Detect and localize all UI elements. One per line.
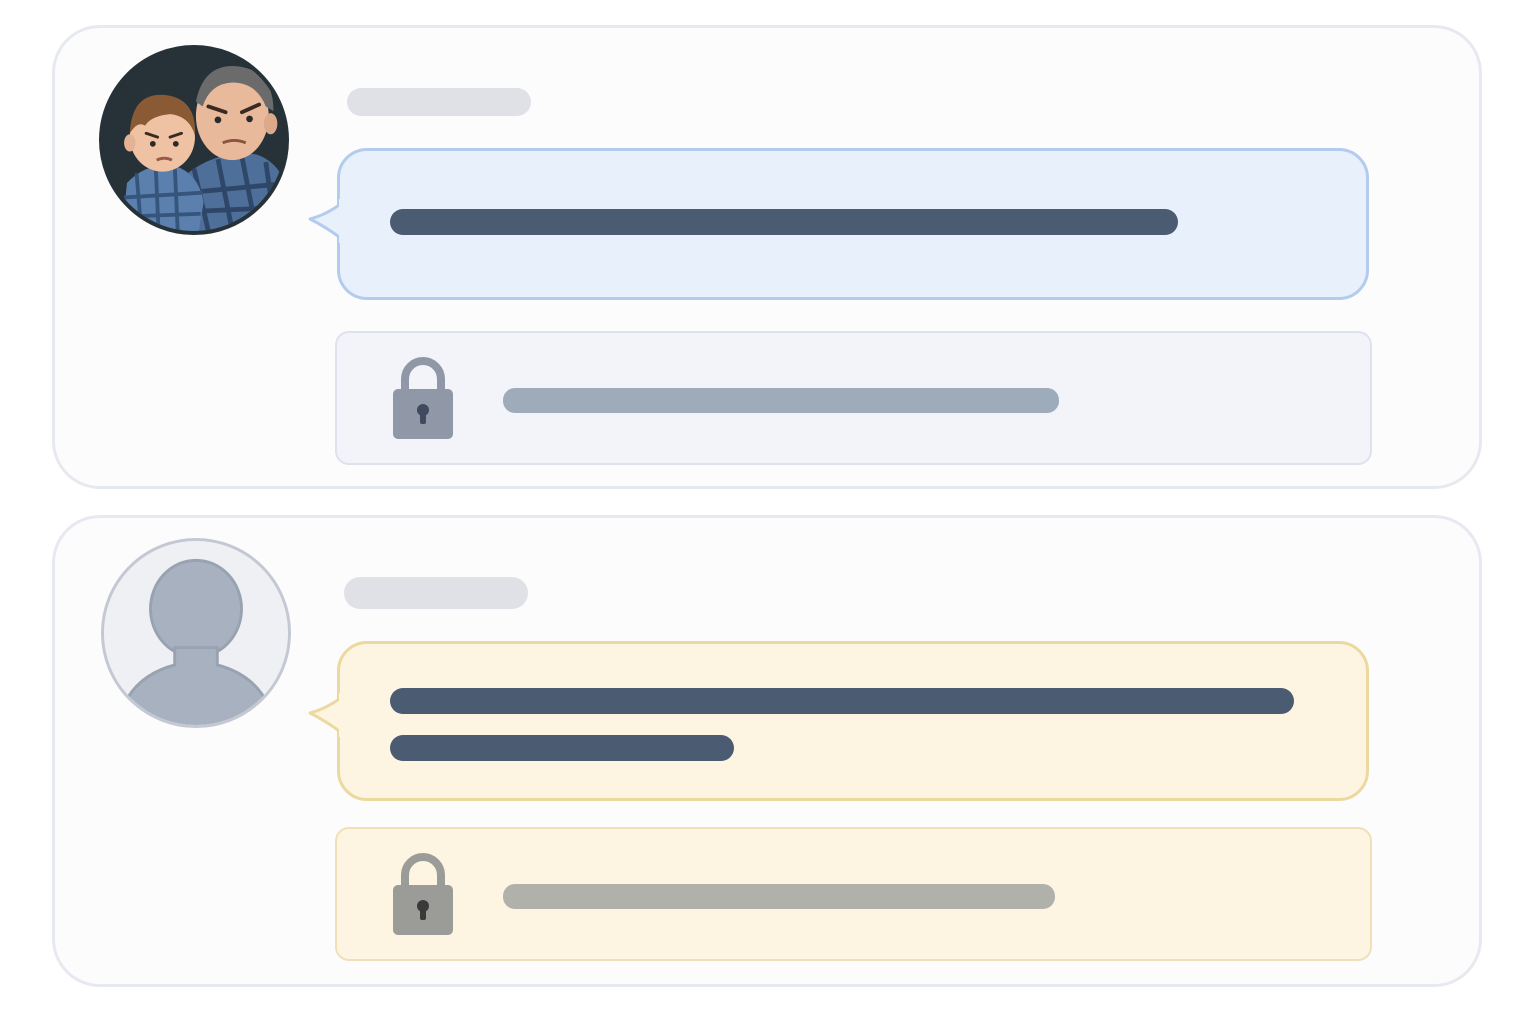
man-and-toddler-illustration — [103, 49, 285, 231]
user-silhouette-icon — [104, 541, 288, 725]
locked-content-panel[interactable] — [335, 827, 1372, 961]
bubble-tail — [308, 199, 342, 243]
bubble-tail — [308, 693, 342, 737]
message-text-line — [390, 209, 1178, 235]
default-avatar[interactable] — [101, 538, 291, 728]
lock-icon — [391, 353, 455, 441]
message-card — [52, 515, 1482, 987]
sender-name — [347, 88, 531, 116]
message-card — [52, 25, 1482, 489]
locked-text — [503, 884, 1055, 909]
message-bubble[interactable] — [308, 148, 1369, 300]
user-avatar-photo[interactable] — [99, 45, 289, 235]
message-text-line — [390, 735, 734, 761]
locked-text — [503, 388, 1059, 413]
lock-icon — [391, 849, 455, 937]
message-bubble[interactable] — [308, 641, 1369, 801]
message-text-line — [390, 688, 1294, 714]
locked-content-panel[interactable] — [335, 331, 1372, 465]
sender-name — [344, 577, 528, 609]
